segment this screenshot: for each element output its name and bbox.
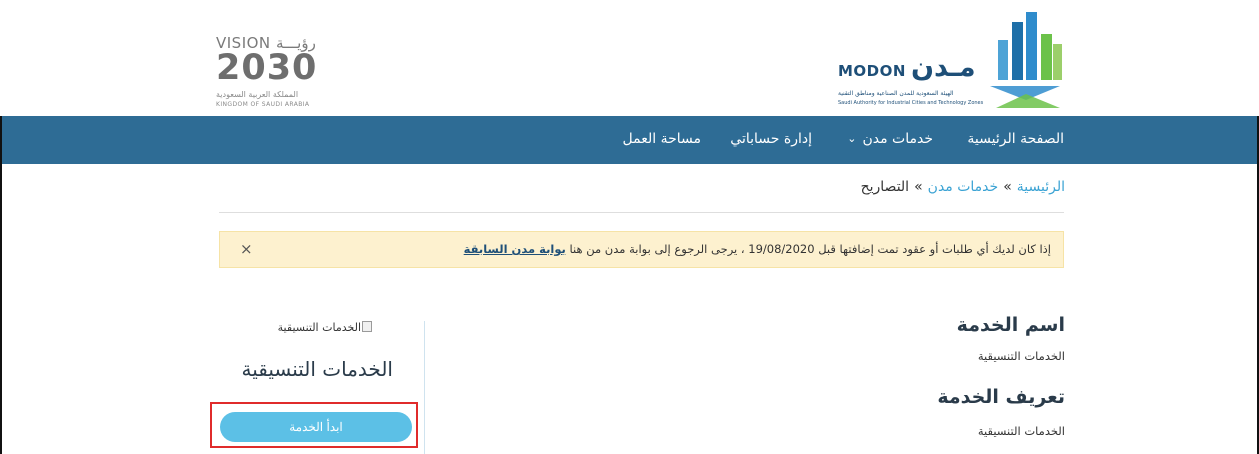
side-card-title: الخدمات التنسيقية xyxy=(241,357,393,381)
breadcrumb-separator: » xyxy=(1003,179,1012,195)
close-icon[interactable]: × xyxy=(240,240,253,258)
breadcrumb-services-link[interactable]: خدمات مدن xyxy=(928,179,999,195)
start-service-button[interactable]: ابدأ الخدمة xyxy=(220,412,412,442)
service-definition-heading: تعريف الخدمة xyxy=(937,386,1065,408)
vision-2030-logo: VISION رؤيـــة 2030 المملكة العربية السع… xyxy=(216,34,336,118)
modon-arabic-wordmark: مـدن xyxy=(911,52,976,83)
service-name-heading: اسم الخدمة xyxy=(956,314,1065,336)
service-image: الخدمات التنسيقية xyxy=(278,321,372,334)
side-card-divider xyxy=(424,321,425,454)
breadcrumb-home-link[interactable]: الرئيسية xyxy=(1017,179,1065,195)
nav-services-dropdown[interactable]: خدمات مدن ⌄ xyxy=(847,131,933,147)
nav-workspace-link[interactable]: مساحة العمل xyxy=(623,131,701,147)
modon-english-wordmark: MODON xyxy=(838,62,906,80)
breadcrumb-divider xyxy=(219,212,1064,213)
vision-kingdom-arabic: المملكة العربية السعودية xyxy=(216,90,299,99)
breadcrumb-current: التصاريح xyxy=(860,179,910,195)
nav-accounts-link[interactable]: إدارة حساباتي xyxy=(730,131,812,147)
modon-emblem-icon xyxy=(990,12,1062,108)
alert-message-text: إذا كان لديك أي طلبات أو عقود تمت إضافته… xyxy=(569,242,1051,256)
broken-image-icon xyxy=(362,321,372,332)
nav-services-label: خدمات مدن xyxy=(862,131,933,147)
notice-alert: إذا كان لديك أي طلبات أو عقود تمت إضافته… xyxy=(219,231,1064,268)
main-navbar: الصفحة الرئيسية خدمات مدن ⌄ إدارة حساباتي… xyxy=(2,116,1257,164)
service-name-value: الخدمات التنسيقية xyxy=(977,349,1065,363)
modon-subtitle-arabic: الهيئة السعودية للمدن الصناعية ومناطق ال… xyxy=(838,90,954,97)
breadcrumb: الرئيسية»خدمات مدن»التصاريح xyxy=(861,179,1065,195)
breadcrumb-separator: » xyxy=(914,179,923,195)
service-definition-value: الخدمات التنسيقية xyxy=(977,424,1065,438)
vision-kingdom-english: KINGDOM OF SAUDI ARABIA xyxy=(216,101,310,108)
nav-home-link[interactable]: الصفحة الرئيسية xyxy=(967,131,1064,147)
service-image-alt: الخدمات التنسيقية xyxy=(277,321,361,334)
vision-year: 2030 xyxy=(216,48,318,88)
previous-portal-link[interactable]: بوابة مدن السابقة xyxy=(464,242,566,256)
site-header: MODON مـدن الهيئة السعودية للمدن الصناعي… xyxy=(0,0,1259,116)
modon-logo[interactable]: MODON مـدن الهيئة السعودية للمدن الصناعي… xyxy=(838,12,1066,108)
alert-message: إذا كان لديك أي طلبات أو عقود تمت إضافته… xyxy=(464,242,1051,256)
chevron-down-icon: ⌄ xyxy=(847,132,857,145)
modon-subtitle-english: Saudi Authority for Industrial Cities an… xyxy=(838,100,984,106)
